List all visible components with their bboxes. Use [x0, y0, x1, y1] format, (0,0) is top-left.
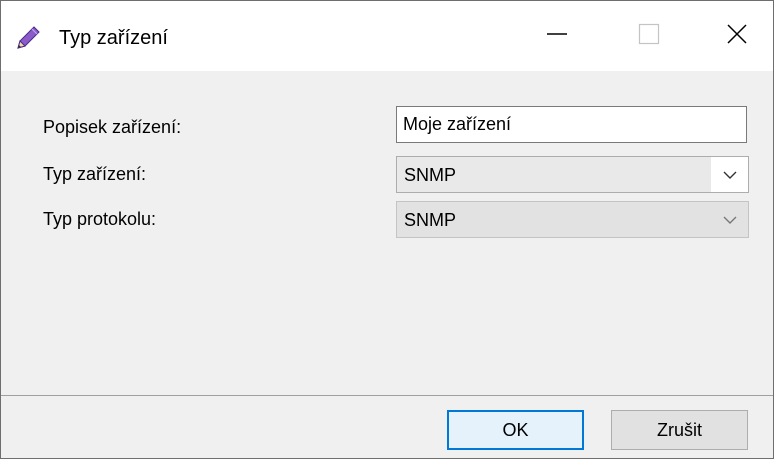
device-label-input[interactable] [396, 106, 747, 143]
close-icon [726, 23, 748, 50]
maximize-button[interactable] [603, 1, 695, 71]
chevron-down-icon [723, 209, 737, 230]
device-type-select[interactable]: SNMP [396, 156, 749, 193]
device-type-dropdown-button[interactable] [710, 157, 748, 192]
title-bar[interactable]: Typ zařízení [1, 1, 773, 71]
button-bar: OK Zrušit [1, 396, 773, 458]
cancel-button[interactable]: Zrušit [611, 410, 748, 450]
minimize-button[interactable] [511, 1, 603, 71]
protocol-type-value: SNMP [404, 210, 457, 230]
protocol-type-select[interactable]: SNMP [396, 201, 749, 238]
chevron-down-icon [723, 164, 737, 185]
form-area: Popisek zařízení: Typ zařízení: SNMP Typ… [1, 71, 773, 395]
protocol-type-dropdown-button[interactable] [711, 202, 748, 237]
minimize-icon [546, 23, 568, 50]
device-type-value: SNMP [404, 165, 457, 185]
pencil-icon [15, 25, 41, 51]
dialog-window: Typ zařízení Popisek zařízení: Moje zaří… [0, 0, 774, 459]
close-button[interactable] [691, 1, 774, 71]
device-label-label: Popisek zařízení: [43, 117, 182, 137]
maximize-icon [638, 23, 660, 50]
device-type-label: Typ zařízení: [43, 164, 147, 184]
ok-button[interactable]: OK [447, 410, 584, 450]
protocol-type-label: Typ protokolu: [43, 209, 157, 229]
window-title: Typ zařízení [59, 27, 168, 49]
